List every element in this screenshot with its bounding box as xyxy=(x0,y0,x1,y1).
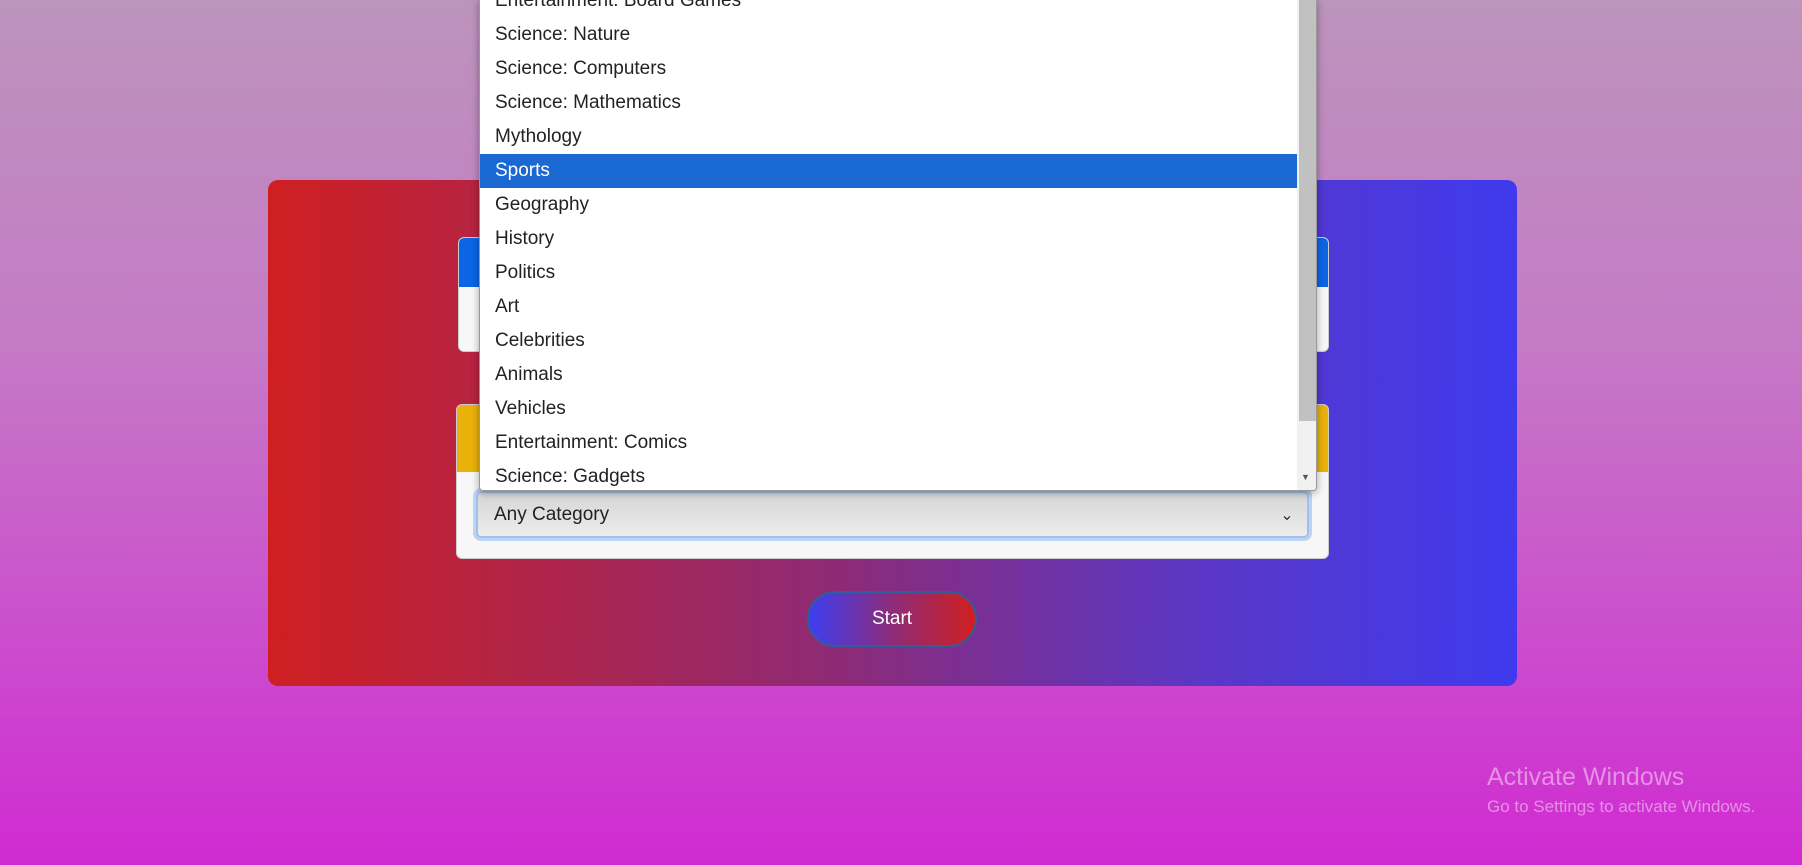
dropdown-option[interactable]: Science: Mathematics xyxy=(480,86,1298,120)
scroll-down-arrow-icon[interactable]: ▼ xyxy=(1301,472,1310,482)
category-select-value: Any Category xyxy=(494,503,610,525)
category-select[interactable]: Any Category ⌄ xyxy=(476,491,1309,538)
dropdown-option[interactable]: Mythology xyxy=(480,120,1298,154)
dropdown-option[interactable]: Art xyxy=(480,290,1298,324)
dropdown-option[interactable]: Geography xyxy=(480,188,1298,222)
dropdown-option[interactable]: Celebrities xyxy=(480,324,1298,358)
dropdown-option[interactable]: Science: Nature xyxy=(480,18,1298,52)
dropdown-option[interactable]: Science: Gadgets xyxy=(480,460,1298,490)
start-button[interactable]: Start xyxy=(807,591,977,647)
scrollbar[interactable]: ▼ xyxy=(1297,0,1316,490)
chevron-down-icon: ⌄ xyxy=(1280,506,1294,524)
dropdown-option[interactable]: Entertainment: Board Games xyxy=(480,0,1298,18)
activate-windows-subtitle: Go to Settings to activate Windows. xyxy=(1487,797,1756,816)
dropdown-option[interactable]: Vehicles xyxy=(480,392,1298,426)
dropdown-option[interactable]: Animals xyxy=(480,358,1298,392)
dropdown-option[interactable]: Politics xyxy=(480,256,1298,290)
category-dropdown-list[interactable]: Entertainment: Board Games Science: Natur… xyxy=(479,0,1317,491)
dropdown-option[interactable]: Sports xyxy=(480,154,1298,188)
activate-windows-title: Activate Windows xyxy=(1487,763,1685,791)
scrollbar-thumb[interactable] xyxy=(1299,0,1316,421)
dropdown-option[interactable]: History xyxy=(480,222,1298,256)
dropdown-option[interactable]: Entertainment: Comics xyxy=(480,426,1298,460)
dropdown-option[interactable]: Science: Computers xyxy=(480,52,1298,86)
